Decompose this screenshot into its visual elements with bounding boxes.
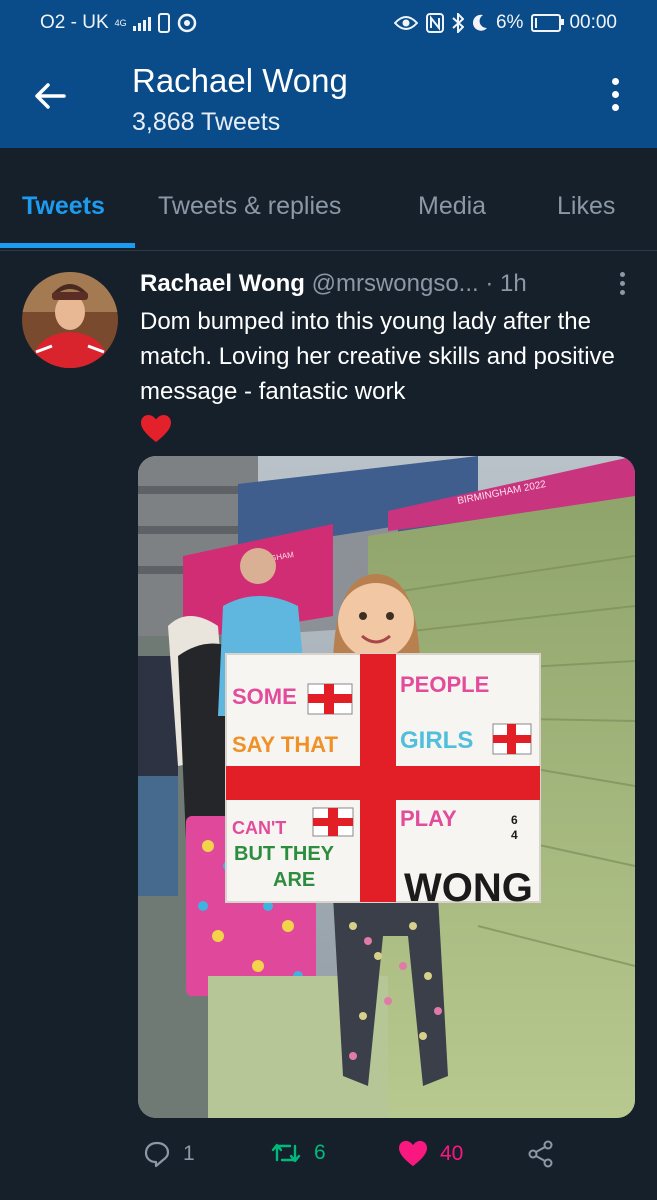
sign-text-play: PLAY [400, 806, 457, 831]
more-vertical-icon [611, 78, 619, 85]
arrow-left-icon [35, 83, 66, 109]
like-count: 40 [440, 1142, 464, 1165]
author-handle[interactable]: @mrswongso... [312, 270, 479, 297]
tab-media[interactable]: Media [418, 192, 486, 221]
active-tab-indicator [0, 243, 135, 248]
battery-icon [531, 14, 565, 32]
status-bar: O2 - UK 4G 6% 00:00 [0, 0, 657, 46]
retweet-count: 6 [314, 1141, 326, 1164]
back-button[interactable] [30, 78, 72, 114]
share-button[interactable] [527, 1140, 555, 1168]
reply-icon [144, 1141, 170, 1168]
tab-likes[interactable]: Likes [557, 192, 615, 221]
retweet-icon [271, 1143, 301, 1163]
app-header: O2 - UK 4G 6% 00:00 Rachael Wong 3,868 T… [0, 0, 657, 148]
tweet-actions: 1 6 40 [0, 1132, 657, 1182]
tweet-count: 3,868 Tweets [132, 108, 281, 136]
chrome-icon [177, 13, 196, 33]
like-button[interactable]: 40 [398, 1140, 463, 1168]
more-vertical-icon [619, 272, 625, 277]
more-options-button[interactable] [609, 78, 621, 116]
reply-count: 1 [183, 1142, 195, 1165]
eye-icon [393, 16, 418, 30]
retweet-button[interactable]: 6 [270, 1140, 326, 1166]
avatar[interactable] [22, 272, 118, 368]
sign-text-but-they: BUT THEY [234, 843, 335, 865]
sign-text-people: PEOPLE [400, 672, 489, 697]
profile-title: Rachael Wong [132, 62, 348, 99]
tweet-more-button[interactable] [617, 272, 627, 300]
share-icon [528, 1140, 553, 1168]
separator-dot: · [485, 270, 494, 297]
sign-score-top: 6 [511, 813, 518, 827]
sign-text-are: ARE [273, 869, 315, 891]
tab-tweets[interactable]: Tweets [22, 192, 105, 221]
stadium-photo: BIRMINGHAM BIRMINGHAM 2022 [138, 456, 635, 1118]
bluetooth-icon [452, 13, 464, 33]
nfc-icon [425, 13, 444, 33]
tweet-time: 1h [500, 270, 527, 297]
tab-tweets-replies[interactable]: Tweets & replies [158, 192, 341, 221]
network-type: 4G [114, 17, 127, 28]
sign-text-wong: WONG [404, 866, 533, 910]
sign-text-cant: CAN'T [232, 818, 286, 838]
battery-percent: 6% [495, 12, 524, 33]
tweet-text: Dom bumped into this young lady after th… [140, 308, 615, 405]
vibrate-icon [157, 13, 170, 33]
sign-score-bottom: 4 [511, 828, 518, 842]
tweet-header: Rachael Wong @mrswongso... · 1h [140, 270, 640, 304]
profile-tabs: Tweets Tweets & replies Media Likes [0, 148, 657, 251]
heart-icon [399, 1140, 427, 1167]
sign-text-some: SOME [232, 684, 297, 709]
sign-text-say-that: SAY THAT [232, 732, 339, 757]
sign-text-girls: GIRLS [400, 727, 473, 754]
signal-icon [132, 15, 151, 31]
author-name[interactable]: Rachael Wong [140, 270, 305, 297]
red-heart-emoji [140, 414, 172, 444]
tweet-photo[interactable]: BIRMINGHAM BIRMINGHAM 2022 [138, 456, 635, 1118]
reply-button[interactable]: 1 [143, 1140, 195, 1168]
moon-icon [472, 14, 487, 31]
carrier-label: O2 - UK [40, 12, 109, 33]
avatar-image [22, 272, 118, 368]
clock: 00:00 [569, 12, 617, 33]
battery-level [535, 18, 538, 28]
